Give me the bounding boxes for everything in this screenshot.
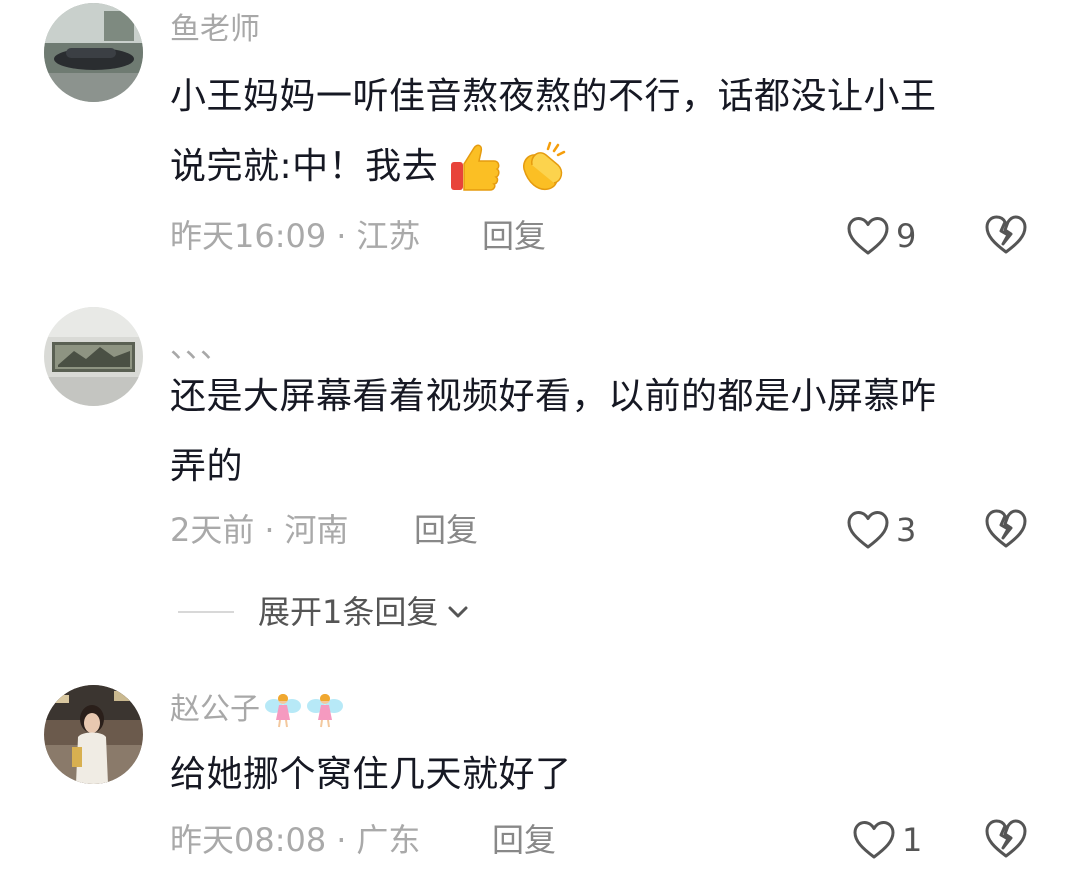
like-count: 3 <box>896 511 917 549</box>
avatar[interactable] <box>44 307 143 406</box>
comment-time: 昨天08:08 <box>170 821 327 859</box>
comment-meta: 昨天08:08 · 广东 <box>170 820 420 860</box>
comment-meta: 2天前 · 河南 <box>170 510 349 550</box>
comment-text: 小王妈妈一听佳音熬夜熬的不行，话都没让小王 说完就:中！我去 <box>170 62 1050 202</box>
username[interactable]: 鱼老师 <box>170 10 260 50</box>
username[interactable]: 赵公子 <box>170 690 344 730</box>
like-count: 1 <box>902 821 923 859</box>
avatar[interactable] <box>44 3 143 102</box>
like-count: 9 <box>896 217 917 255</box>
heart-icon <box>847 217 889 255</box>
reply-button[interactable]: 回复 <box>414 510 478 550</box>
reply-button[interactable]: 回复 <box>482 216 546 256</box>
meta-separator: · <box>264 511 275 549</box>
comment-text-line: 还是大屏幕看着视频好看，以前的都是小屏慕咋 <box>170 376 937 417</box>
clapping-hands-icon <box>514 139 570 195</box>
expand-replies-label: 展开1条回复 <box>258 593 439 631</box>
comment-time: 2天前 <box>170 511 255 549</box>
comment-text-line: 小王妈妈一听佳音熬夜熬的不行，话都没让小王 <box>170 76 937 117</box>
dislike-button[interactable] <box>984 818 1028 862</box>
dislike-button[interactable] <box>984 214 1028 258</box>
comment-meta: 昨天16:09 · 江苏 <box>170 216 420 256</box>
heart-icon <box>853 821 895 859</box>
like-button[interactable]: 3 <box>846 506 916 554</box>
meta-separator: · <box>336 217 347 255</box>
like-button[interactable]: 9 <box>846 212 916 260</box>
comment-text-line: 弄的 <box>170 446 244 487</box>
thumbs-up-icon <box>448 140 502 194</box>
comment-location: 江苏 <box>356 217 421 255</box>
expand-divider <box>178 611 234 613</box>
comment-text: 还是大屏幕看着视频好看，以前的都是小屏慕咋 弄的 <box>170 362 1050 502</box>
fairy-icon <box>306 690 344 730</box>
comment-location: 广东 <box>356 821 421 859</box>
fairy-icon <box>264 690 302 730</box>
chevron-down-icon <box>448 606 468 618</box>
comment-time: 昨天16:09 <box>170 217 327 255</box>
like-button[interactable]: 1 <box>852 816 922 864</box>
comment-text: 给她挪个窝住几天就好了 <box>170 740 1050 810</box>
heart-icon <box>847 511 889 549</box>
comment-text-line: 说完就:中！我去 <box>170 132 1050 202</box>
avatar[interactable] <box>44 685 143 784</box>
comment-text-line: 给她挪个窝住几天就好了 <box>170 754 572 795</box>
broken-heart-icon <box>985 819 1027 858</box>
broken-heart-icon <box>985 509 1027 548</box>
meta-separator: · <box>336 821 347 859</box>
broken-heart-icon <box>985 215 1027 254</box>
comment-location: 河南 <box>284 511 349 549</box>
expand-replies-button[interactable]: 展开1条回复 <box>178 590 472 634</box>
username-text: 赵公子 <box>170 692 260 727</box>
dislike-button[interactable] <box>984 508 1028 552</box>
reply-button[interactable]: 回复 <box>492 820 556 860</box>
